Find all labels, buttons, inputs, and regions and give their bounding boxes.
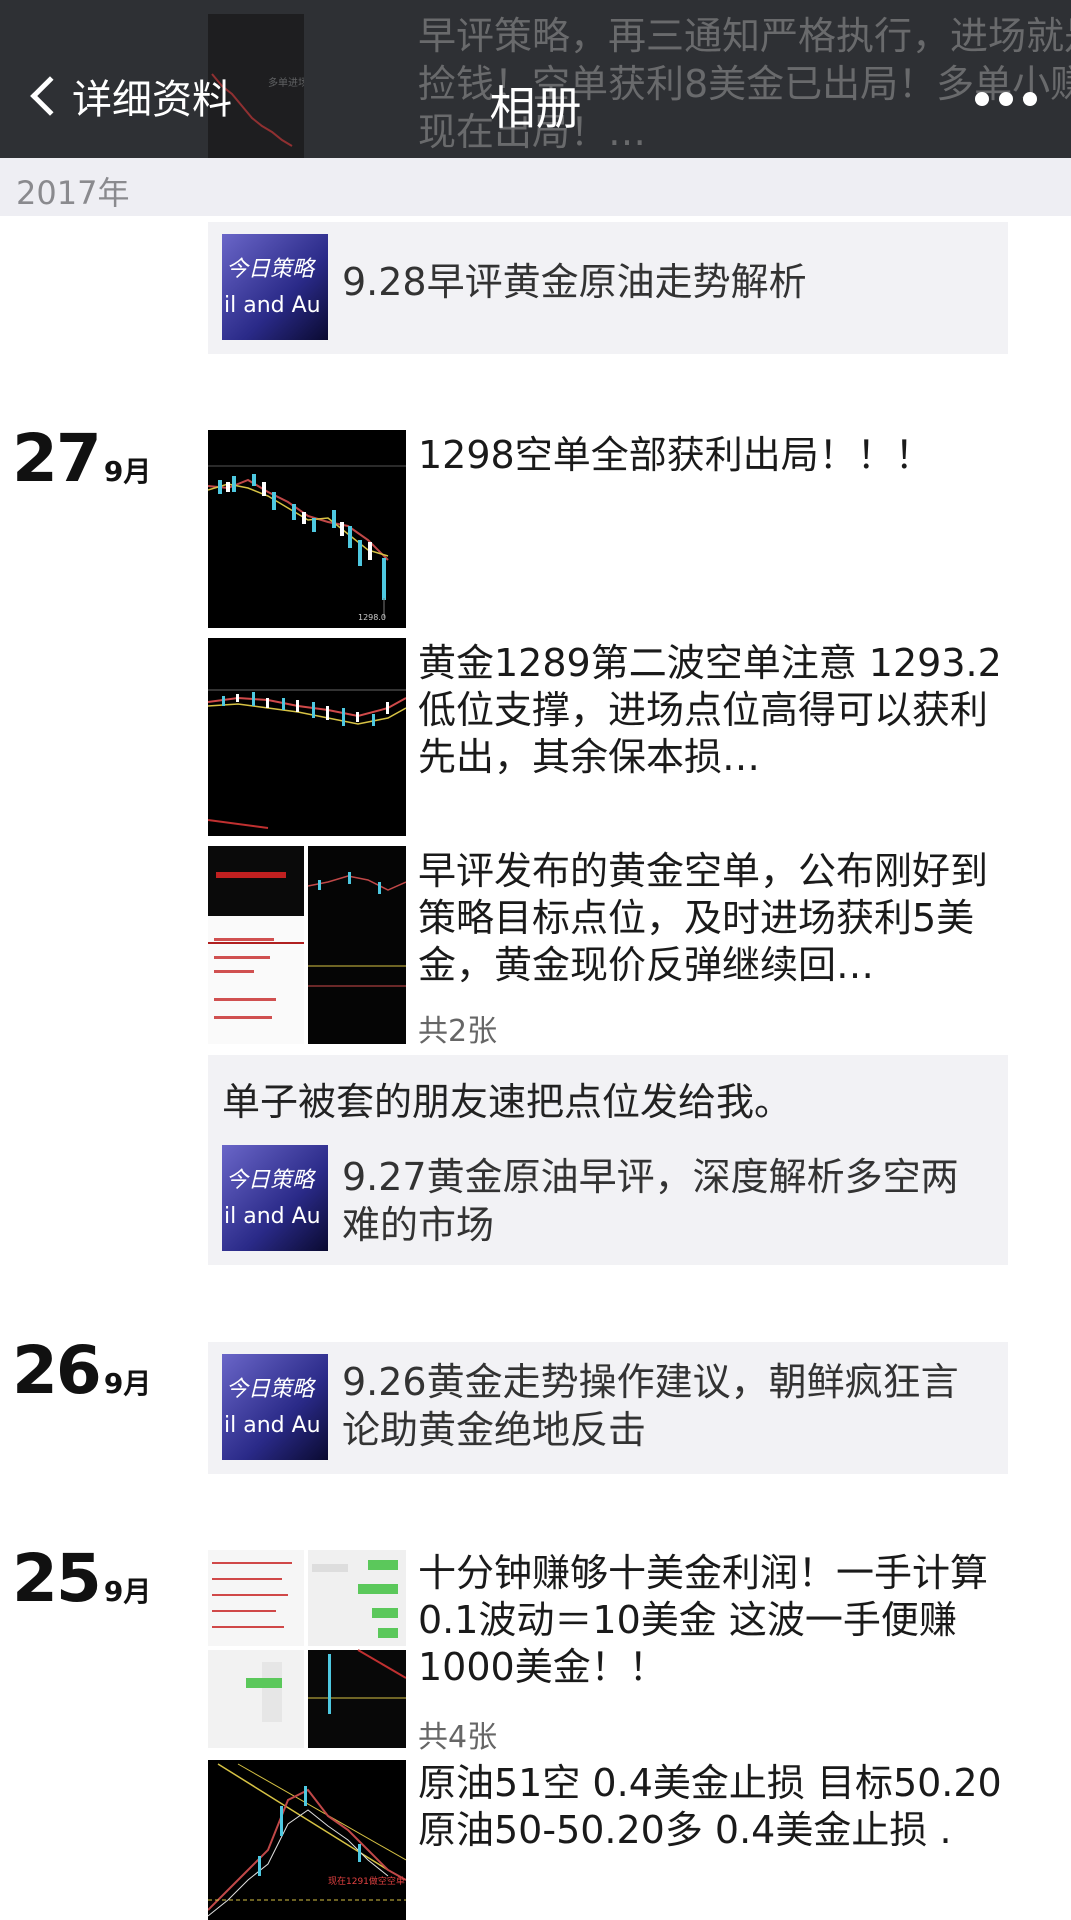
date-day: 25 (12, 1540, 102, 1617)
more-dot-icon (1023, 92, 1037, 106)
date-label-27: 27 9月 (12, 420, 151, 497)
article-title: 9.28早评黄金原油走势解析 (342, 260, 807, 304)
scrolled-post-behind-nav: 多单进场，止 早评策略，再三通知严格执行，进场就是捡钱！空单获利8美金已出局！多… (208, 0, 1071, 158)
date-label-26: 26 9月 (12, 1332, 151, 1409)
article-logo-thumbnail: 今日策略 il and Au (222, 234, 328, 340)
shared-article-928[interactable]: 今日策略 il and Au 9.28早评黄金原油走势解析 (208, 222, 1008, 354)
post-text[interactable]: 早评发布的黄金空单，公布刚好到策略目标点位，及时进场获利5美金，黄金现价反弹继续… (418, 848, 1008, 989)
nav-bar: 多单进场，止 早评策略，再三通知严格执行，进场就是捡钱！空单获利8美金已出局！多… (0, 0, 1071, 158)
more-options-button[interactable] (975, 92, 1037, 106)
date-label-25: 25 9月 (12, 1540, 151, 1617)
photo-count: 共2张 (418, 1014, 498, 1049)
article-title: 9.26黄金走势操作建议，朝鲜疯狂言论助黄金绝地反击 (342, 1360, 959, 1452)
post-photo-thumbnail[interactable]: 现在1291做空空单 (208, 1760, 406, 1920)
post-photo-thumbnail[interactable] (208, 638, 406, 836)
svg-text:今日策略: 今日策略 (226, 1168, 317, 1193)
date-month: 9月 (103, 455, 152, 488)
article-logo-thumbnail: 今日策略 il and Au (222, 1145, 328, 1251)
photo-count: 共4张 (418, 1720, 498, 1755)
article-title: 9.27黄金原油早评，深度解析多空两难的市场 (342, 1155, 959, 1247)
post-text[interactable]: 十分钟赚够十美金利润！一手计算0.1波动＝10美金 这波一手便赚1000美金！！ (418, 1550, 1008, 1691)
chevron-left-icon (30, 76, 70, 116)
year-header: 2017年 (0, 158, 1071, 216)
shared-article-927[interactable]: 单子被套的朋友速把点位发给我。 今日策略 il and Au 9.27黄金原油早… (208, 1055, 1008, 1265)
post-photo-thumbnail[interactable]: 1298.0 (208, 430, 406, 628)
more-dot-icon (975, 92, 989, 106)
back-label: 详细资料 (72, 77, 232, 123)
svg-text:il and Au: il and Au (224, 1204, 321, 1229)
post-text[interactable]: 黄金1289第二波空单注意 1293.2低位支撑，进场点位高得可以获利先出，其余… (418, 640, 1008, 781)
date-day: 26 (12, 1332, 102, 1409)
article-logo-thumbnail: 今日策略 il and Au (222, 1354, 328, 1460)
date-month: 9月 (103, 1575, 152, 1608)
svg-text:il and Au: il and Au (224, 293, 321, 318)
year-label: 2017年 (16, 174, 130, 212)
svg-text:现在1291做空空单: 现在1291做空空单 (328, 1875, 405, 1887)
shared-article-926[interactable]: 今日策略 il and Au 9.26黄金走势操作建议，朝鲜疯狂言论助黄金绝地反… (208, 1342, 1008, 1474)
more-dot-icon (999, 92, 1013, 106)
page-title: 相册 (489, 81, 582, 135)
date-month: 9月 (103, 1367, 152, 1400)
post-text[interactable]: 1298空单全部获利出局！！！ (418, 432, 1008, 479)
date-day: 27 (12, 420, 102, 497)
svg-text:il and Au: il and Au (224, 1413, 321, 1438)
svg-text:今日策略: 今日策略 (226, 1377, 317, 1402)
post-text[interactable]: 原油51空 0.4美金止损 目标50.20 原油50-50.20多 0.4美金止… (418, 1760, 1008, 1854)
post-photo-thumbnail[interactable] (208, 1550, 406, 1748)
svg-text:多单进场，止: 多单进场，止 (268, 76, 304, 89)
back-button[interactable]: 详细资料 (24, 66, 232, 126)
share-comment: 单子被套的朋友速把点位发给我。 (222, 1080, 793, 1124)
svg-text:今日策略: 今日策略 (226, 257, 317, 282)
svg-text:1298.0: 1298.0 (358, 613, 386, 622)
post-photo-thumbnail[interactable] (208, 846, 406, 1044)
